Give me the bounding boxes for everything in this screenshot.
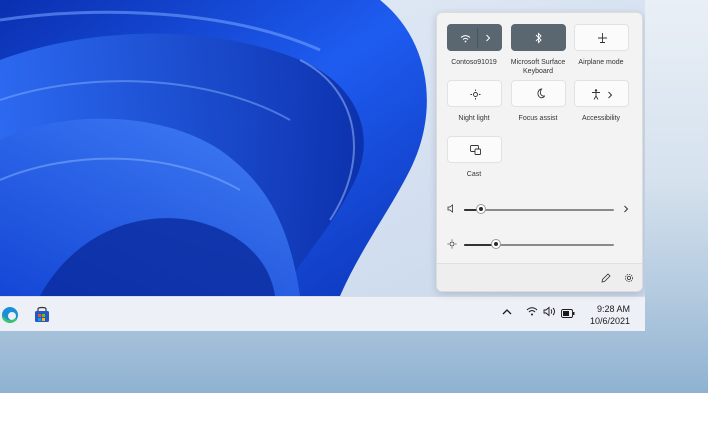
pencil-icon[interactable] bbox=[601, 273, 611, 283]
battery-icon[interactable] bbox=[561, 307, 575, 321]
airplane-mode-tile[interactable] bbox=[574, 24, 629, 51]
sun-icon bbox=[447, 239, 457, 249]
chevron-up-icon[interactable] bbox=[502, 306, 512, 320]
speaker-icon[interactable] bbox=[543, 306, 557, 320]
volume-slider-track[interactable] bbox=[464, 209, 614, 211]
desktop-screen: 9:28 AM 10/6/2021 Contoso91019 Microsoft… bbox=[0, 0, 645, 331]
brightness-slider-thumb[interactable] bbox=[492, 240, 500, 248]
accessibility-tile-label: Accessibility bbox=[581, 115, 621, 122]
night-light-icon bbox=[470, 89, 481, 100]
bottom-margin bbox=[0, 393, 708, 429]
clock[interactable]: 9:28 AM 10/6/2021 bbox=[590, 303, 630, 327]
bluetooth-tile-label: Microsoft Surface Keyboard bbox=[510, 59, 566, 75]
store-icon[interactable] bbox=[32, 305, 52, 325]
airplane-icon bbox=[598, 33, 607, 43]
accessibility-tile[interactable] bbox=[574, 80, 629, 107]
airplane-mode-tile-label: Airplane mode bbox=[578, 59, 624, 66]
taskbar: 9:28 AM 10/6/2021 bbox=[0, 296, 645, 331]
bluetooth-tile[interactable] bbox=[511, 24, 566, 51]
wifi-tile[interactable] bbox=[447, 24, 502, 51]
cast-tile[interactable] bbox=[447, 136, 502, 163]
focus-assist-tile[interactable] bbox=[511, 80, 566, 107]
moon-icon bbox=[537, 88, 545, 99]
volume-slider-thumb[interactable] bbox=[477, 205, 485, 213]
wifi-icon bbox=[460, 35, 471, 43]
focus-assist-tile-label: Focus assist bbox=[518, 115, 558, 122]
chevron-right-icon[interactable] bbox=[623, 205, 629, 213]
cast-icon bbox=[470, 145, 481, 155]
cast-tile-label: Cast bbox=[466, 171, 482, 178]
clock-time: 9:28 AM bbox=[596, 304, 630, 314]
wifi-icon[interactable] bbox=[526, 306, 538, 320]
speaker-icon[interactable] bbox=[447, 204, 457, 213]
wifi-tile-label: Contoso91019 bbox=[451, 59, 497, 66]
tile-divider bbox=[477, 28, 478, 48]
quick-settings-footer bbox=[437, 263, 642, 291]
night-light-tile-label: Night light bbox=[458, 115, 490, 122]
bluetooth-icon bbox=[535, 32, 542, 44]
chevron-right-icon[interactable] bbox=[485, 34, 491, 42]
accessibility-icon bbox=[592, 89, 600, 100]
quick-settings-panel: Contoso91019 Microsoft Surface Keyboard … bbox=[436, 12, 643, 292]
edge-icon[interactable] bbox=[0, 305, 20, 325]
screenshot: 9:28 AM 10/6/2021 Contoso91019 Microsoft… bbox=[0, 0, 708, 429]
gear-icon[interactable] bbox=[624, 273, 634, 283]
chevron-right-icon[interactable] bbox=[607, 91, 613, 99]
night-light-tile[interactable] bbox=[447, 80, 502, 107]
clock-date: 10/6/2021 bbox=[589, 316, 630, 326]
